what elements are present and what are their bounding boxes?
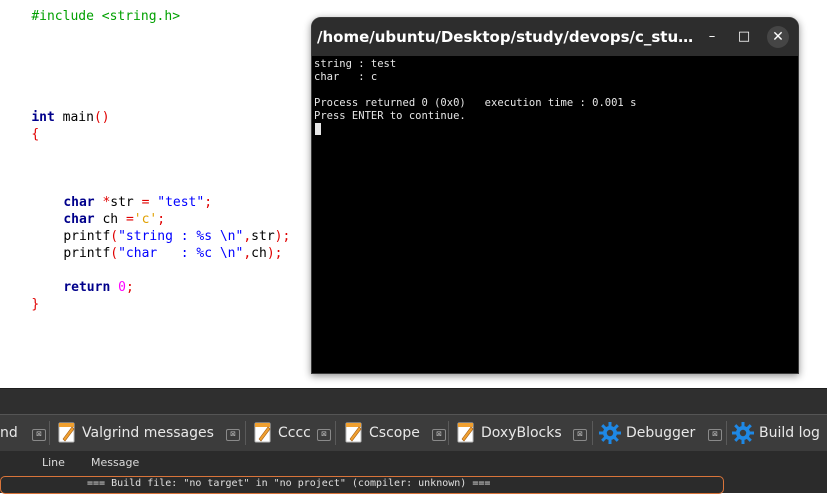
tab-divider bbox=[592, 421, 593, 445]
tab-divider bbox=[726, 421, 727, 445]
close-brace: } bbox=[31, 297, 40, 312]
code-line-close-brace: } bbox=[0, 279, 39, 312]
tab-label: nd bbox=[0, 425, 18, 441]
tab-close-icon[interactable]: ⊠ bbox=[226, 429, 240, 441]
code-line-printf-char: printf("char : %c \n",ch); bbox=[32, 228, 282, 261]
log-row[interactable]: === Build file: "no target" in "no proje… bbox=[0, 476, 724, 494]
terminal-output[interactable]: string : test char : c Process returned … bbox=[314, 58, 794, 370]
tab-close-icon[interactable]: ⊠ bbox=[573, 429, 587, 441]
tab-label: DoxyBlocks bbox=[481, 425, 562, 441]
open-brace: { bbox=[31, 127, 40, 142]
tab-label: Valgrind messages bbox=[82, 425, 214, 441]
tab-divider bbox=[49, 421, 50, 445]
tab-close-icon[interactable]: ⊠ bbox=[432, 429, 446, 441]
tab-divider bbox=[448, 421, 449, 445]
tab-divider bbox=[245, 421, 246, 445]
logs-tabstrip: nd ⊠ Valgrind messages ⊠ Cccc ⊠ Cscope ⊠ bbox=[0, 414, 827, 451]
tab-close-icon[interactable]: ⊠ bbox=[708, 429, 722, 441]
terminal-cursor bbox=[315, 123, 321, 135]
semicolon: ; bbox=[125, 280, 134, 295]
panel-splitter[interactable] bbox=[0, 388, 827, 415]
code-line-main: int main() bbox=[0, 92, 109, 125]
tab-close-icon[interactable]: ⊠ bbox=[32, 429, 46, 441]
return-value: 0 bbox=[110, 280, 126, 295]
function-printf: printf bbox=[63, 246, 111, 261]
column-header-line[interactable]: Line bbox=[42, 456, 65, 469]
terminal-titlebar[interactable]: /home/ubuntu/Desktop/study/devops/c_stud… bbox=[312, 18, 798, 56]
parens: () bbox=[93, 110, 110, 125]
tab-label: Debugger bbox=[626, 425, 696, 441]
comma: , bbox=[243, 246, 252, 261]
terminal-title: /home/ubuntu/Desktop/study/devops/c_stud… bbox=[317, 28, 699, 46]
maximize-button[interactable]: □ bbox=[733, 26, 755, 48]
preprocessor-include: #include <string.h> bbox=[31, 9, 181, 24]
function-name-main: main bbox=[54, 110, 94, 125]
code-line-ch-decl: char ch ='c'; bbox=[32, 194, 165, 227]
code-line-str-decl: char *str = "test"; bbox=[32, 177, 212, 210]
semicolon: ; bbox=[204, 195, 213, 210]
paren-open: ( bbox=[110, 246, 119, 261]
log-message: === Build file: "no target" in "no proje… bbox=[87, 478, 491, 489]
tab-divider bbox=[335, 421, 336, 445]
code-line-open-brace: { bbox=[0, 109, 39, 142]
format-string: "char : %c \n" bbox=[118, 246, 244, 261]
terminal-line: string : test bbox=[314, 58, 397, 70]
tab-label: Build log bbox=[759, 425, 820, 441]
gear-icon bbox=[732, 422, 754, 444]
minimize-button[interactable]: – bbox=[701, 26, 723, 48]
column-header-message[interactable]: Message bbox=[91, 456, 139, 469]
paren-close: ); bbox=[266, 246, 283, 261]
keyword-return: return bbox=[63, 280, 111, 295]
terminal-line: Press ENTER to continue. bbox=[314, 110, 466, 122]
code-line-printf-string: printf("string : %s \n",str); bbox=[32, 211, 290, 244]
build-log-panel[interactable]: Line Message === Build file: "no target"… bbox=[0, 451, 827, 494]
tab-label: Cscope bbox=[369, 425, 420, 441]
close-button[interactable]: ✕ bbox=[767, 26, 789, 48]
code-line-return: return 0; bbox=[32, 262, 133, 295]
code-line-include: #include <string.h> bbox=[0, 0, 180, 24]
arg-ch: ch bbox=[251, 246, 267, 261]
note-icon bbox=[254, 422, 271, 443]
tab-label: Cccc bbox=[278, 425, 311, 441]
tab-close-icon[interactable]: ⊠ bbox=[317, 429, 331, 441]
gear-icon bbox=[599, 422, 621, 444]
terminal-line: char : c bbox=[314, 71, 378, 83]
terminal-window[interactable]: /home/ubuntu/Desktop/study/devops/c_stud… bbox=[311, 17, 799, 374]
note-icon bbox=[345, 422, 362, 443]
note-icon bbox=[457, 422, 474, 443]
note-icon bbox=[58, 422, 75, 443]
terminal-line: Process returned 0 (0x0) execution time … bbox=[314, 97, 637, 109]
